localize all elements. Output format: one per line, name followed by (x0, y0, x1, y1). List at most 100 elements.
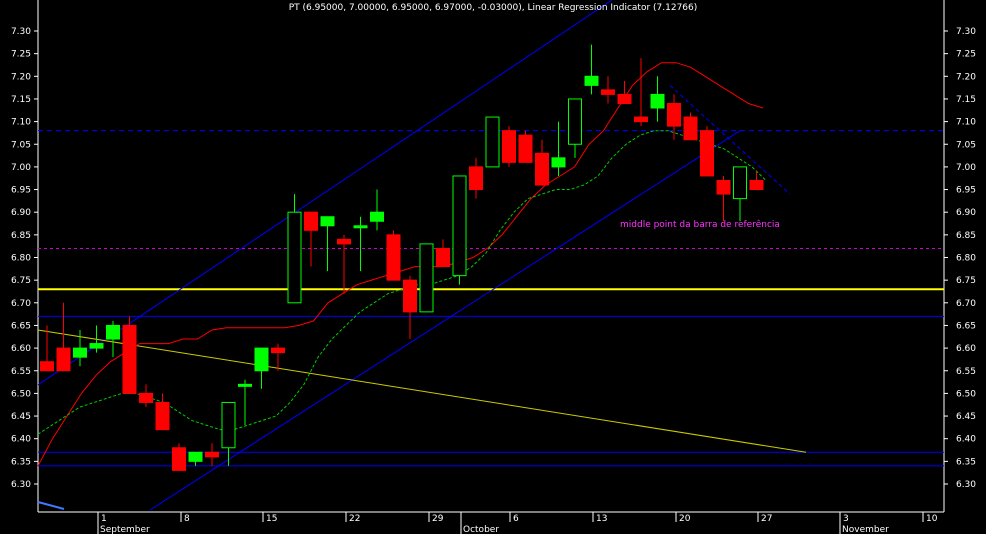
candle-body (287, 211, 302, 304)
candle-body (485, 116, 500, 168)
y-tick-label-left: 7.05 (11, 140, 31, 150)
candle-body (221, 401, 236, 449)
y-tick-label-right: 6.50 (956, 389, 976, 399)
y-tick-label-right: 6.95 (956, 186, 976, 196)
candle-body (238, 383, 252, 387)
candle-body (452, 175, 467, 277)
candle-body (617, 93, 632, 104)
y-tick-label-left: 7.15 (11, 95, 31, 105)
candle (353, 216, 368, 272)
candle-body (568, 98, 582, 145)
x-day-label: 8 (184, 514, 190, 524)
candle (667, 94, 681, 140)
candle-body (106, 324, 120, 340)
x-day-label: 27 (761, 514, 772, 524)
price-chart: 7.30 7.30 7.25 7.25 7.20 7.20 7.15 7.15 7.10 7.10… (11, 0, 976, 534)
candle-body (535, 152, 549, 186)
y-tick-label-left: 6.85 (11, 231, 31, 241)
candle-body (700, 130, 714, 177)
candle (419, 243, 434, 313)
candle (320, 216, 335, 272)
y-tick-label-left: 6.95 (11, 186, 31, 196)
candle (337, 234, 351, 294)
candle-body (469, 166, 483, 191)
y-tick-label-left: 6.30 (11, 480, 31, 490)
candle (749, 171, 764, 191)
candle-body (551, 157, 566, 168)
y-tick-label-right: 7.20 (956, 72, 976, 82)
candle-body (584, 75, 599, 86)
x-month-label: October (463, 525, 499, 534)
candle (485, 116, 500, 168)
candle-body (271, 347, 285, 354)
y-tick-label-right: 6.80 (956, 254, 976, 264)
candle (436, 239, 450, 268)
y-tick-label-left: 7.30 (11, 27, 31, 37)
candle-body (683, 116, 698, 141)
candle-body (353, 225, 368, 229)
y-tick-label-right: 6.40 (956, 435, 976, 445)
candle (238, 379, 252, 426)
y-tick-label-left: 6.65 (11, 321, 31, 331)
candle-body (601, 89, 615, 95)
candle-body (419, 243, 434, 313)
x-day-label: 20 (679, 514, 691, 524)
candle (188, 451, 203, 466)
candle (584, 44, 599, 95)
candle-body (172, 447, 186, 471)
candle-body (733, 166, 747, 200)
candle-body (634, 116, 648, 123)
y-tick-label-left: 6.55 (11, 367, 31, 377)
y-tick-label-right: 7.10 (956, 118, 976, 128)
y-tick-label-right: 6.65 (956, 321, 976, 331)
candle (634, 58, 648, 127)
y-tick-label-left: 7.25 (11, 50, 31, 60)
candle (73, 329, 87, 367)
y-tick-label-right: 6.35 (956, 457, 976, 467)
candle (502, 126, 516, 167)
candle (403, 275, 417, 340)
candle (271, 343, 285, 371)
candle-body (254, 347, 269, 372)
candle (733, 166, 747, 222)
candle (155, 393, 170, 431)
y-tick-label-left: 7.20 (11, 72, 31, 82)
candle-body (370, 211, 384, 222)
annotation-label: middle point da barra de referência (620, 219, 780, 230)
candle-body (188, 451, 203, 462)
horizontal-levels (38, 130, 944, 467)
y-tick-label-left: 6.80 (11, 254, 31, 264)
candles (40, 44, 764, 471)
candle (518, 130, 533, 163)
candle-body (502, 130, 516, 163)
candle-body (320, 216, 335, 227)
channel-lower-line (149, 130, 741, 511)
chart-title: PT (6.95000, 7.00000, 6.95000, 6.97000, … (289, 3, 698, 13)
candle-body (518, 134, 533, 163)
candle (617, 80, 632, 104)
green-moving-average (37, 130, 767, 435)
x-day-label: 6 (513, 514, 519, 524)
y-tick-label-left: 6.60 (11, 344, 31, 354)
candle-body (155, 401, 170, 431)
candle (254, 347, 269, 389)
candle (650, 76, 665, 122)
y-tick-label-left: 6.90 (11, 208, 31, 218)
x-day-label: 29 (432, 514, 444, 524)
candle (601, 76, 615, 104)
y-tick-label-left: 6.50 (11, 389, 31, 399)
candle (205, 443, 219, 466)
candle-body (56, 347, 71, 372)
x-day-label: 1 (101, 514, 107, 524)
yellow-trend-line (37, 329, 807, 453)
candle (370, 189, 384, 231)
candle (700, 126, 714, 177)
candle-body (403, 279, 417, 313)
candle (551, 121, 566, 176)
candle (106, 320, 120, 358)
y-tick-label-right: 7.05 (956, 140, 976, 150)
candle-body (89, 343, 104, 349)
candle (452, 175, 467, 285)
x-axis-ticks: 1 8 15 22 29 6 13 20 27 3 10 September October Novemb… (97, 512, 938, 534)
candle (304, 211, 318, 267)
